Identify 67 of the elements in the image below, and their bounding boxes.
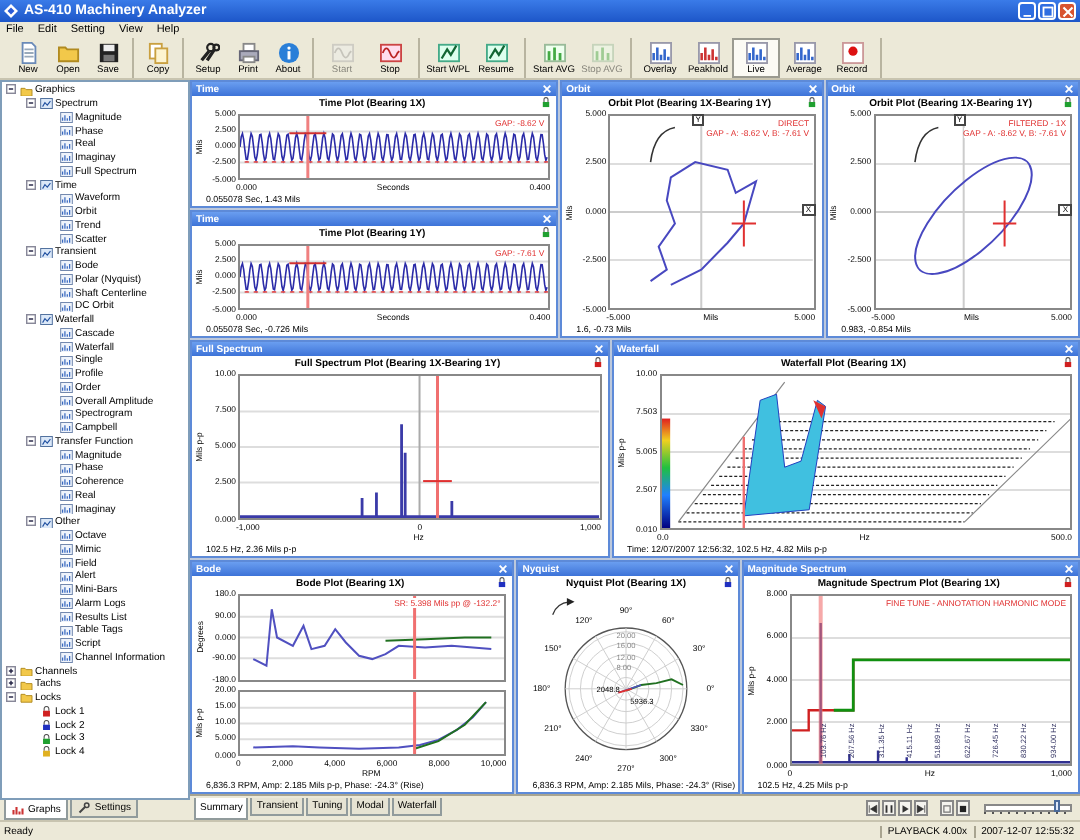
- lock-icon[interactable]: [723, 576, 732, 588]
- waveform-icon: [379, 42, 401, 64]
- chart-icon: [697, 42, 719, 64]
- chart-icon: [12, 803, 24, 815]
- expander-icon[interactable]: [26, 98, 36, 109]
- close-icon[interactable]: [807, 84, 818, 94]
- close-icon[interactable]: [542, 84, 553, 94]
- pause-button[interactable]: [882, 800, 896, 816]
- play-button[interactable]: [898, 800, 912, 816]
- minimize-button[interactable]: [1018, 2, 1036, 20]
- chart-icon: [649, 42, 671, 64]
- document-icon: [17, 42, 39, 64]
- close-button[interactable]: [1058, 2, 1076, 20]
- lock-icon[interactable]: [498, 576, 507, 588]
- close-icon[interactable]: [542, 214, 553, 224]
- chart-window-icon: [40, 436, 53, 448]
- folder-icon: [57, 42, 79, 64]
- close-icon[interactable]: [723, 564, 734, 574]
- close-icon: [1061, 5, 1073, 17]
- close-icon[interactable]: [1064, 84, 1074, 94]
- wrench-icon: [78, 802, 91, 814]
- pen-chart-icon: [485, 42, 507, 64]
- info-icon: [277, 42, 299, 64]
- diamond-icon: [4, 4, 18, 18]
- tools-icon: [197, 42, 219, 64]
- copy-icon: [147, 42, 169, 64]
- chart-window-icon: [40, 517, 53, 529]
- folder-icon: [20, 85, 33, 97]
- bar-chart-icon: [591, 42, 613, 64]
- skip-back-button[interactable]: [866, 800, 880, 816]
- chart-window-icon: [40, 314, 53, 326]
- lock-icon[interactable]: [593, 356, 602, 368]
- lock-icon[interactable]: [542, 226, 551, 238]
- stop-button[interactable]: [956, 800, 970, 816]
- expander-icon[interactable]: [6, 84, 16, 95]
- playback-speed-slider[interactable]: [984, 800, 1072, 816]
- lock-icon[interactable]: [542, 96, 551, 108]
- expander-icon[interactable]: [6, 665, 16, 676]
- lock-icon[interactable]: [807, 96, 816, 108]
- waveform-icon: [331, 42, 353, 64]
- close-icon[interactable]: [1064, 344, 1074, 354]
- expander-icon[interactable]: [26, 246, 36, 257]
- pen-chart-icon: [437, 42, 459, 64]
- lock-icon[interactable]: [1064, 356, 1072, 368]
- maximize-button[interactable]: [1038, 2, 1056, 20]
- rotation-arrow-icon: [550, 597, 577, 616]
- lock-icon[interactable]: [1064, 96, 1072, 108]
- chart-window-icon: [40, 98, 53, 110]
- close-icon[interactable]: [498, 564, 509, 574]
- chart-window-icon: [40, 179, 53, 191]
- lock-icon[interactable]: [1064, 576, 1072, 588]
- record-icon: [841, 42, 863, 64]
- expander-icon[interactable]: [6, 678, 16, 689]
- close-icon[interactable]: [1064, 564, 1074, 574]
- expander-icon[interactable]: [26, 179, 36, 190]
- expander-icon[interactable]: [26, 516, 36, 527]
- printer-icon: [237, 42, 259, 64]
- chart-icon: [793, 42, 815, 64]
- close-icon[interactable]: [593, 344, 604, 354]
- skip-forward-button[interactable]: [914, 800, 928, 816]
- chart-window-icon: [40, 247, 53, 259]
- bar-chart-icon: [543, 42, 565, 64]
- expander-icon[interactable]: [26, 314, 36, 325]
- expander-icon[interactable]: [26, 435, 36, 446]
- chart-icon: [745, 42, 767, 64]
- expander-icon[interactable]: [6, 692, 16, 703]
- maximize-icon: [1041, 5, 1053, 17]
